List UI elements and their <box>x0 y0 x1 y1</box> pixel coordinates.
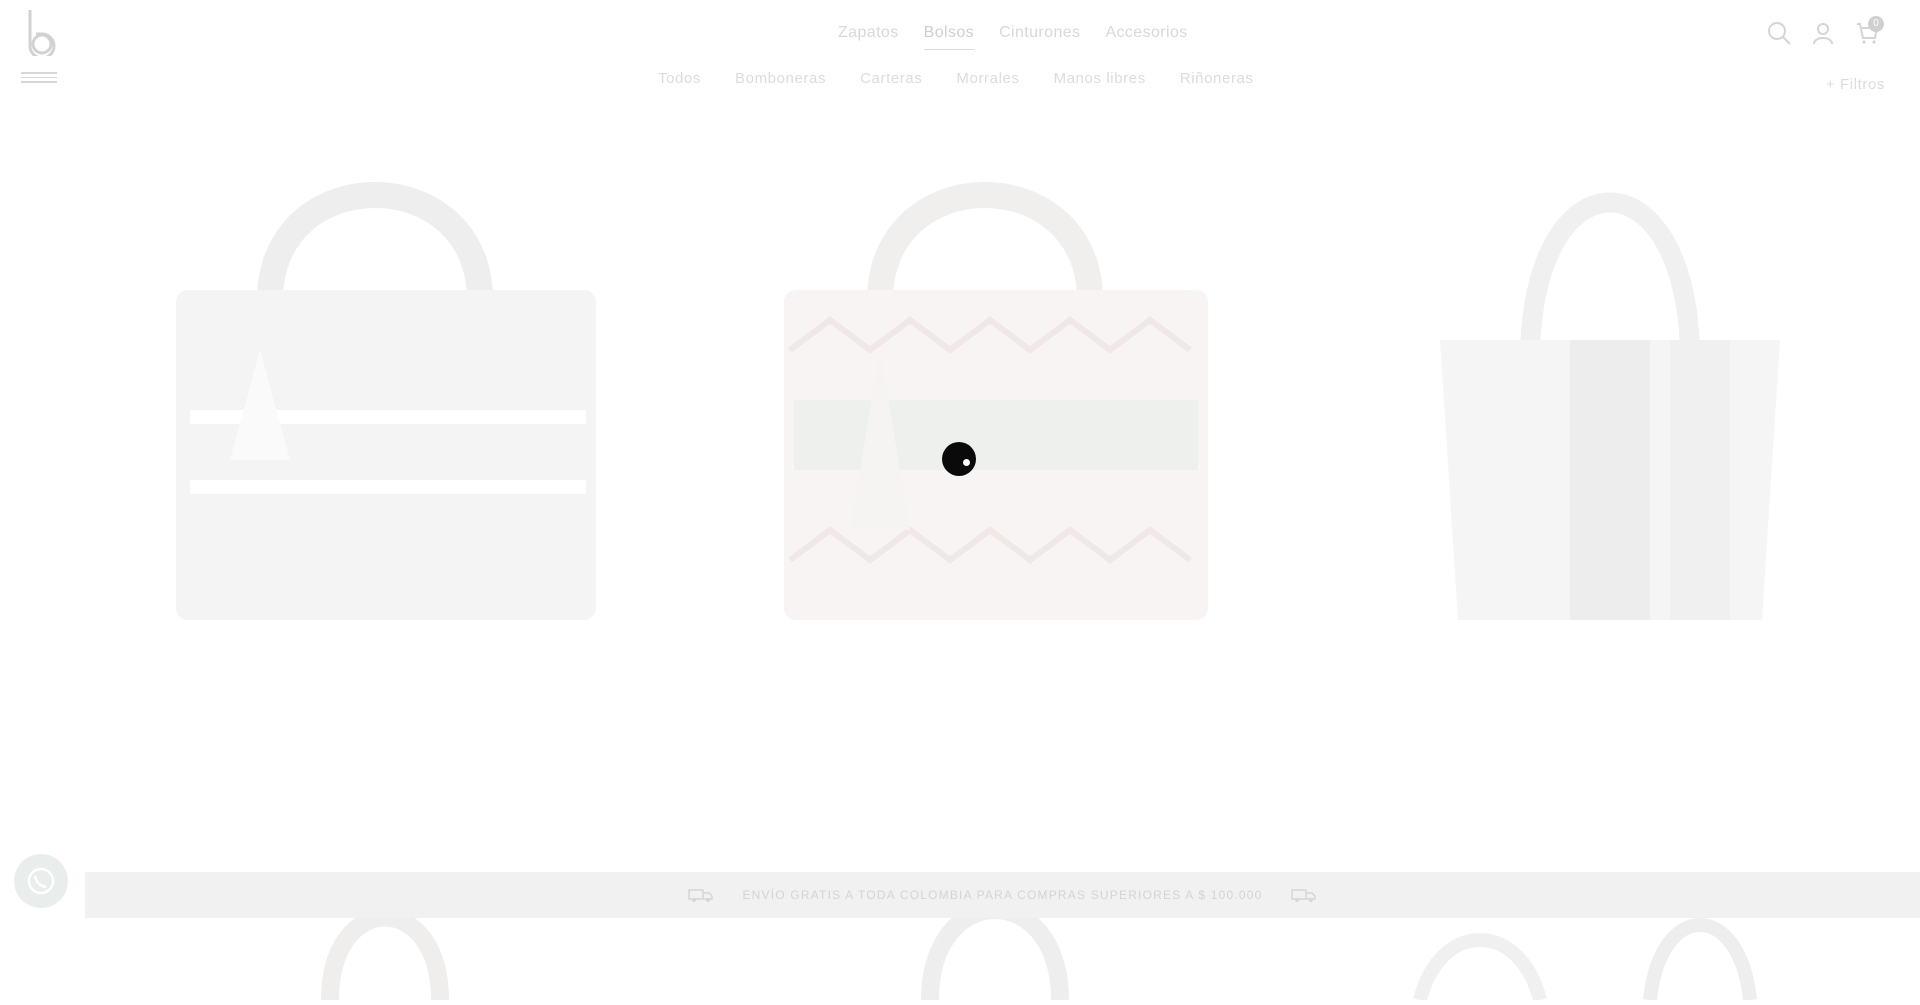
subnav-todos[interactable]: Todos <box>658 70 701 87</box>
search-icon[interactable] <box>1766 20 1792 46</box>
subnav-morrales[interactable]: Morrales <box>956 70 1019 87</box>
product-image <box>176 182 596 620</box>
subnav-manos-libres[interactable]: Manos libres <box>1054 70 1146 87</box>
product-image <box>1440 192 1780 620</box>
top-nav: Zapatos Bolsos Cinturones Accesorios <box>838 24 1188 50</box>
product-card[interactable] <box>1380 130 1840 630</box>
menu-icon[interactable] <box>21 72 57 84</box>
site-header: Zapatos Bolsos Cinturones Accesorios Tod… <box>0 0 1920 110</box>
cart-count-badge: 0 <box>1868 16 1884 32</box>
subnav-carteras[interactable]: Carteras <box>860 70 922 87</box>
filters-button[interactable]: + Filtros <box>1826 76 1885 93</box>
top-nav-bolsos[interactable]: Bolsos <box>923 24 975 50</box>
category-subnav: Todos Bomboneras Carteras Morrales Manos… <box>658 70 1254 87</box>
subnav-rinoneras[interactable]: Riñoneras <box>1180 70 1254 87</box>
shipping-banner: ENVÍO GRATIS A TODA COLOMBIA PARA COMPRA… <box>85 872 1920 918</box>
product-image <box>784 182 1208 620</box>
subnav-bomboneras[interactable]: Bomboneras <box>735 70 826 87</box>
loading-spinner <box>942 442 976 476</box>
product-card[interactable] <box>770 130 1230 630</box>
product-card[interactable] <box>160 130 620 630</box>
whatsapp-icon[interactable] <box>14 854 68 908</box>
top-nav-zapatos[interactable]: Zapatos <box>838 24 899 50</box>
cart-icon[interactable]: 0 <box>1854 16 1884 46</box>
header-icons: 0 <box>1766 16 1884 46</box>
top-nav-cinturones[interactable]: Cinturones <box>999 24 1080 50</box>
user-icon[interactable] <box>1810 20 1836 46</box>
shipping-text: ENVÍO GRATIS A TODA COLOMBIA PARA COMPRA… <box>742 888 1263 902</box>
truck-icon <box>1290 889 1316 902</box>
logo-icon[interactable] <box>26 8 56 56</box>
top-nav-accesorios[interactable]: Accesorios <box>1105 24 1187 50</box>
truck-icon <box>688 889 714 902</box>
